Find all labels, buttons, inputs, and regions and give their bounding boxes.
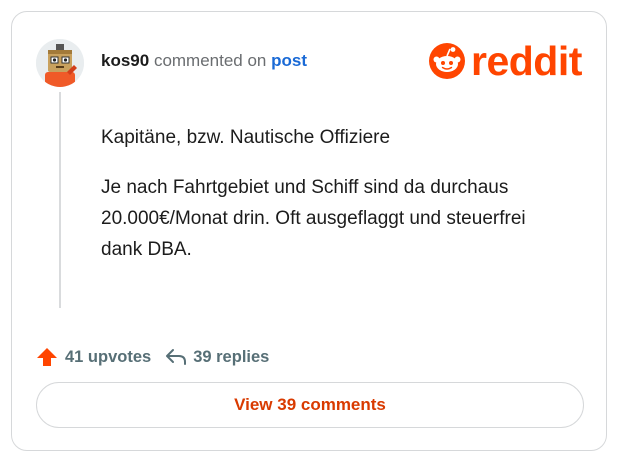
avatar[interactable] (36, 39, 84, 87)
avatar-image (36, 39, 84, 87)
comment-header: kos90 commented on post (101, 50, 307, 72)
commented-on-text: commented on (153, 51, 267, 70)
comment-card: kos90 commented on post reddit Kapitäne,… (11, 11, 607, 451)
thread-line (59, 92, 61, 308)
comment-actions: 41 upvotes 39 replies (36, 346, 269, 368)
replies-count: 39 replies (193, 347, 270, 366)
reddit-wordmark: reddit (471, 38, 582, 84)
comment-paragraph: Kapitäne, bzw. Nautische Offiziere (101, 127, 391, 148)
snoo-icon (429, 43, 465, 79)
replies-action[interactable]: 39 replies (165, 347, 269, 367)
post-link[interactable]: post (271, 51, 307, 70)
comment-body: Kapitäne, bzw. Nautische Offiziere Je na… (101, 122, 571, 284)
upvote-action[interactable]: 41 upvotes (36, 346, 151, 368)
reddit-logo: reddit (428, 39, 582, 83)
username[interactable]: kos90 (101, 51, 149, 70)
reply-arrow-icon[interactable] (165, 347, 187, 367)
view-comments-button[interactable]: View 39 comments (36, 382, 584, 428)
comment-paragraph: Je nach Fahrtgebiet und Schiff sind da d… (101, 177, 526, 260)
upvote-arrow-icon[interactable] (36, 346, 58, 368)
upvote-count: 41 upvotes (65, 347, 152, 366)
